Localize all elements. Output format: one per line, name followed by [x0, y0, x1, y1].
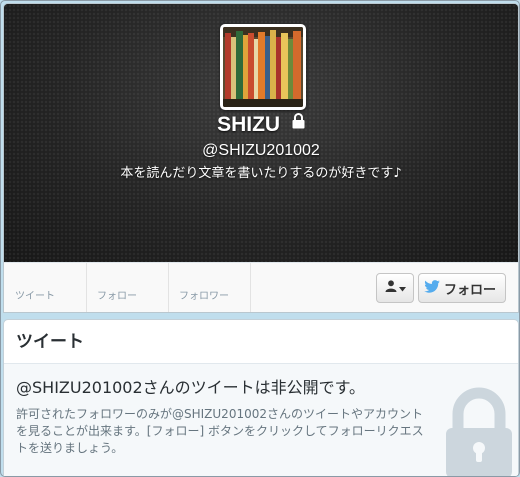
user-icon	[385, 280, 397, 296]
stat-followers[interactable]: フォロワー	[168, 263, 251, 312]
tweets-panel: ツイート @SHIZU201002さんのツイートは非公開です。 許可されたフォロ…	[3, 319, 519, 476]
profile-bio: 本を読んだり文章を書いたりするのが好きです♪	[120, 166, 402, 181]
display-name-row: SHIZU	[4, 112, 518, 138]
stat-followers-label: フォロワー	[179, 291, 229, 302]
tweets-header: ツイート	[4, 320, 518, 364]
stat-following-label: フォロー	[97, 291, 137, 302]
profile-stats-bar: ツイート フォロー フォロワー フォロー	[4, 262, 518, 312]
profile-header: SHIZU @SHIZU201002 本を読んだり文章を書いたりするのが好きです…	[4, 4, 518, 262]
stat-tweets-label: ツイート	[15, 291, 55, 302]
profile-window: SHIZU @SHIZU201002 本を読んだり文章を書いたりするのが好きです…	[0, 0, 520, 477]
large-lock-icon	[444, 386, 514, 476]
follow-button[interactable]: フォロー	[418, 273, 506, 303]
screen-name: @SHIZU201002	[202, 142, 320, 159]
display-name: SHIZU	[217, 113, 281, 136]
protected-notice-text: 許可されたフォロワーのみが@SHIZU201002さんのツイートやアカウントを見…	[16, 407, 424, 455]
protected-lock-icon	[292, 110, 305, 136]
tweets-heading: ツイート	[16, 332, 84, 352]
chevron-down-icon	[398, 281, 406, 296]
bird-icon	[424, 279, 440, 297]
stat-following[interactable]: フォロー	[86, 263, 169, 312]
follow-button-label: フォロー	[443, 282, 496, 298]
protected-notice-title: @SHIZU201002さんのツイートは非公開です。	[16, 378, 366, 397]
protected-tweets-notice: @SHIZU201002さんのツイートは非公開です。 許可されたフォロワーのみが…	[4, 364, 518, 476]
user-actions-dropdown-button[interactable]	[376, 273, 414, 303]
stat-tweets[interactable]: ツイート	[4, 263, 87, 312]
profile-card: SHIZU @SHIZU201002 本を読んだり文章を書いたりするのが好きです…	[3, 3, 519, 313]
avatar[interactable]	[220, 24, 306, 110]
